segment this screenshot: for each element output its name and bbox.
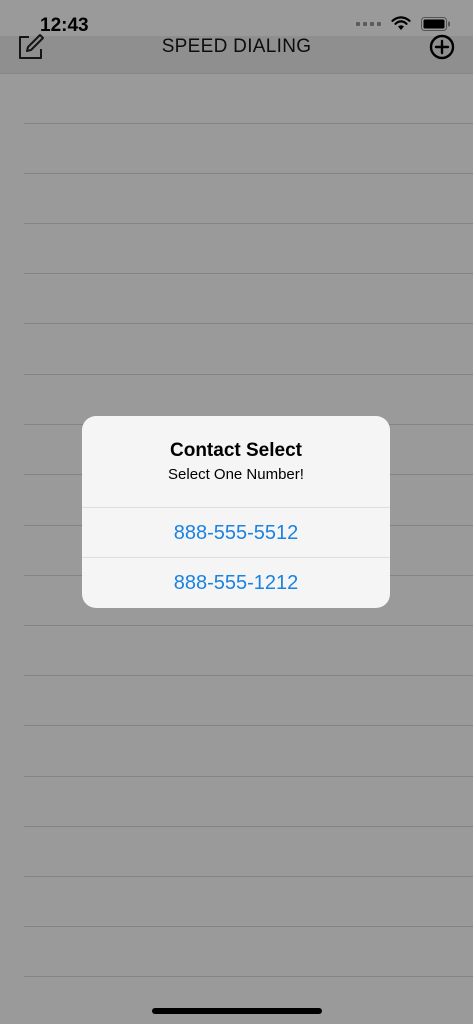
alert-title: Contact Select — [170, 440, 302, 461]
battery-icon — [421, 16, 450, 31]
cellular-signal-icon — [356, 21, 381, 26]
page-title: SPEED DIALING — [161, 36, 312, 57]
list-separator — [24, 273, 473, 274]
list-separator — [24, 374, 473, 375]
list-separator — [24, 323, 473, 324]
list-separator — [24, 223, 473, 224]
status-icons — [356, 16, 451, 31]
navigation-bar: SPEED DIALING — [0, 34, 473, 74]
status-bar: 12:43 — [0, 0, 473, 36]
phone-option-button[interactable]: 888-555-5512 — [82, 507, 390, 558]
contact-select-alert: Contact Select Select One Number! 888-55… — [82, 416, 390, 608]
list-separator — [24, 776, 473, 777]
status-time: 12:43 — [40, 15, 89, 36]
wifi-icon — [391, 16, 411, 30]
list-separator — [24, 876, 473, 877]
add-circle-icon[interactable] — [429, 34, 455, 60]
list-separator — [24, 173, 473, 174]
list-separator — [24, 826, 473, 827]
list-separator — [24, 926, 473, 927]
list-separator — [24, 123, 473, 124]
phone-option-button[interactable]: 888-555-1212 — [82, 557, 390, 608]
alert-message: Select One Number! — [168, 466, 304, 483]
list-separator — [24, 976, 473, 977]
list-separator — [24, 675, 473, 676]
list-separator — [24, 725, 473, 726]
home-indicator[interactable] — [152, 1008, 322, 1014]
list-separator — [24, 625, 473, 626]
